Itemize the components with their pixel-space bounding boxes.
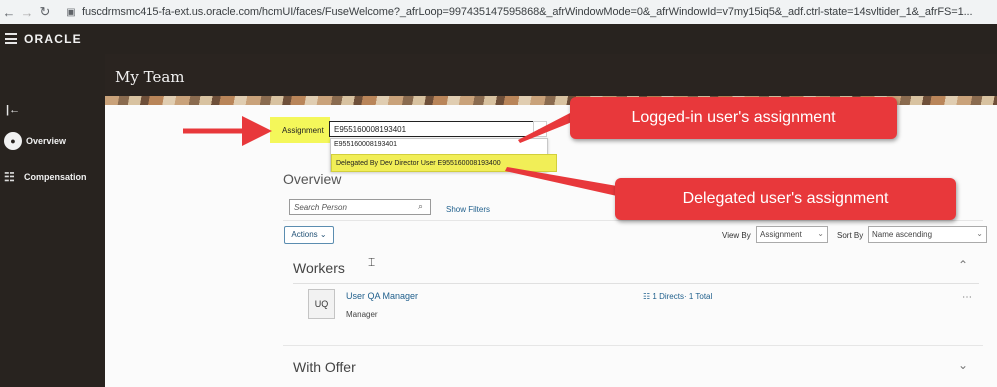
callout-delegated: Delegated user's assignment [615, 178, 956, 220]
callout-pointer-delegated [505, 167, 617, 196]
callout-pointer-logged-in [518, 112, 572, 143]
callout-logged-in: Logged-in user's assignment [570, 97, 897, 139]
